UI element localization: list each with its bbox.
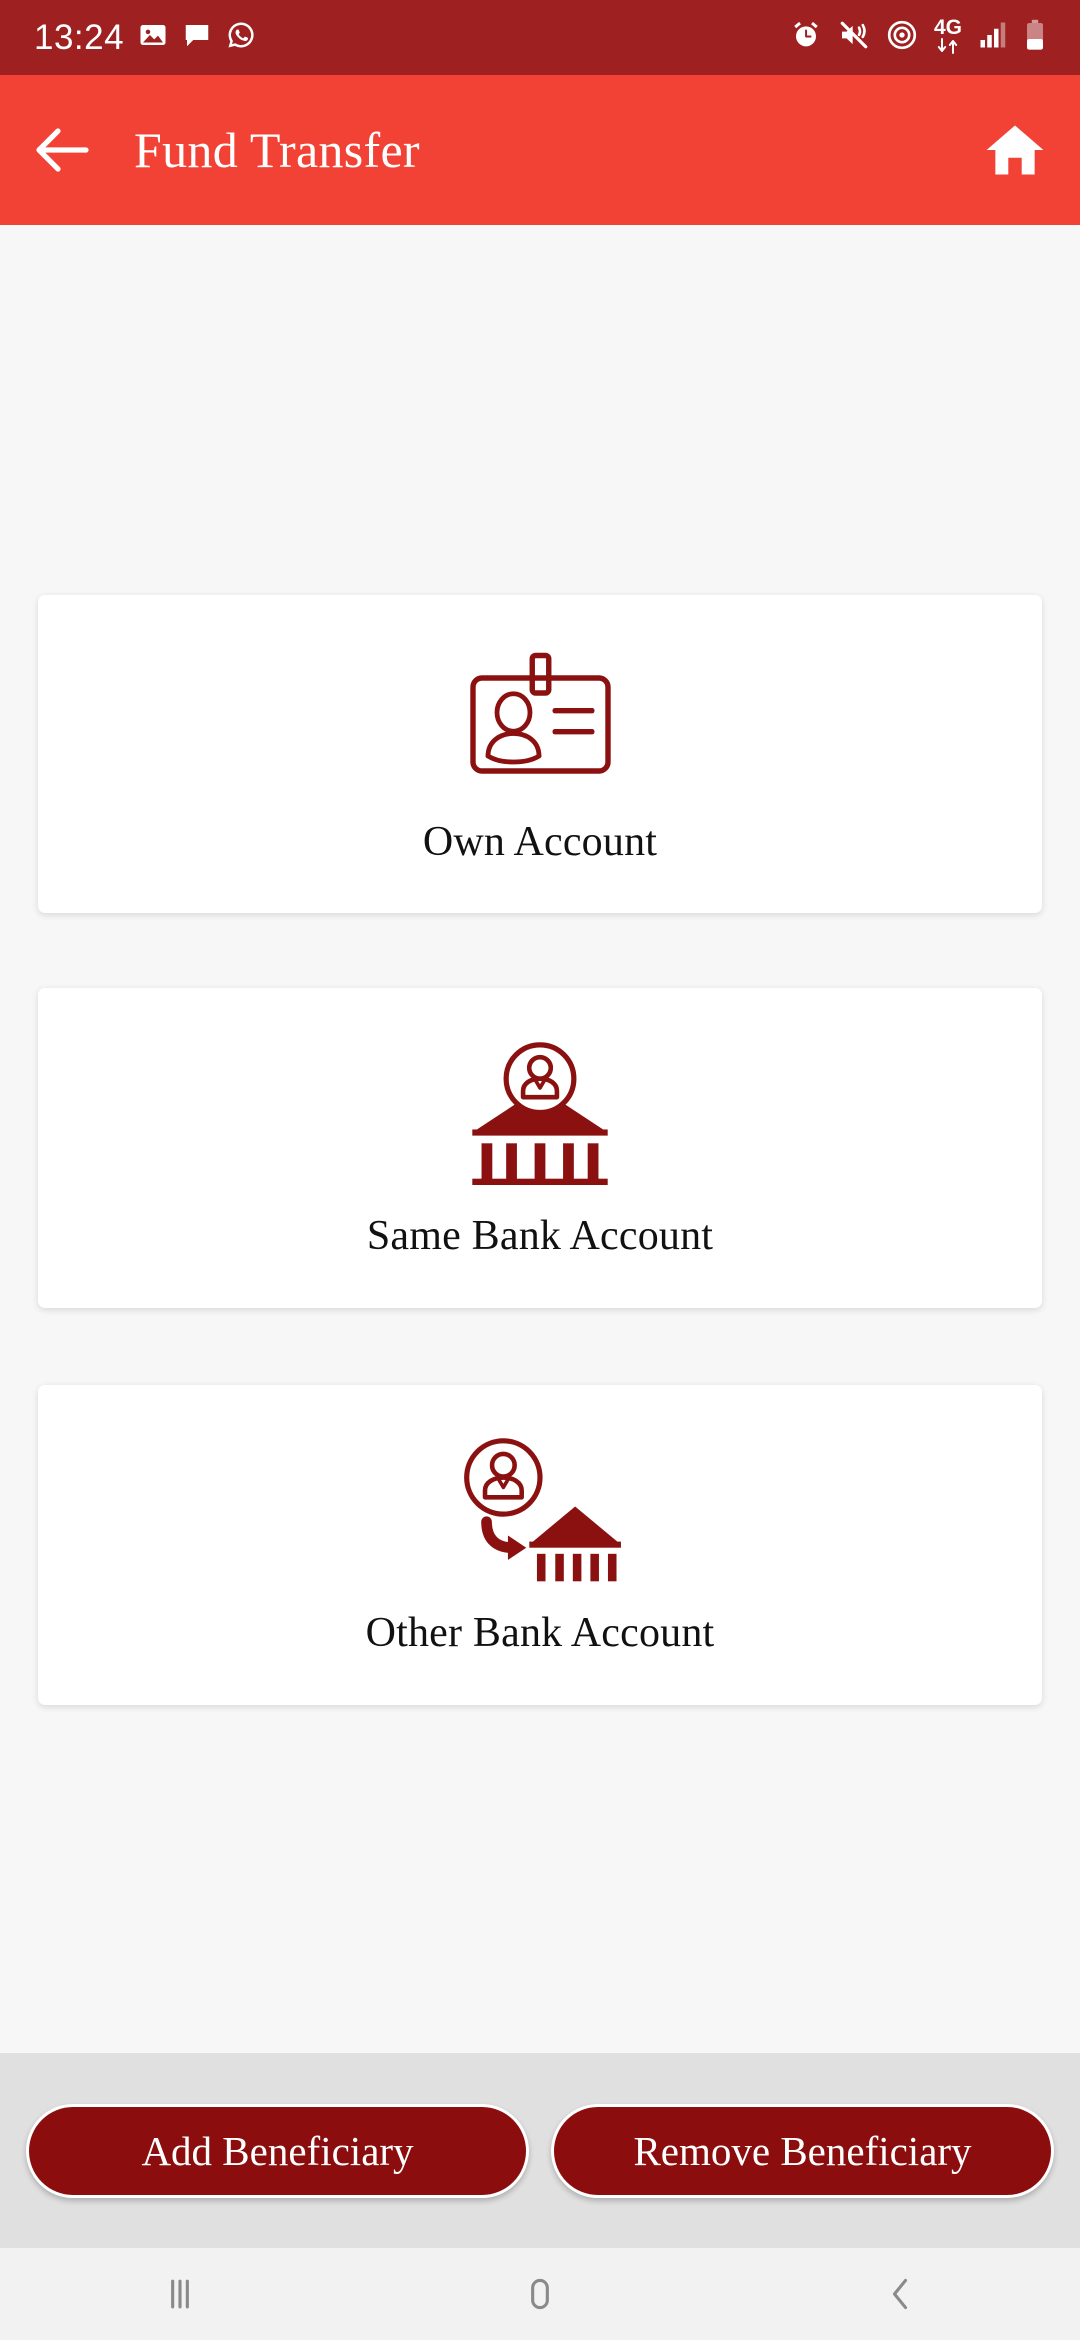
page-title: Fund Transfer	[134, 122, 420, 178]
remove-beneficiary-button[interactable]: Remove Beneficiary	[551, 2103, 1054, 2198]
network-status: 4G	[934, 17, 962, 59]
data-arrows-icon	[935, 37, 961, 59]
back-icon	[892, 2278, 908, 2310]
option-label: Own Account	[422, 819, 658, 865]
app-bar: Fund Transfer	[0, 75, 1080, 225]
transfer-options-list: Own Account Same Bank Account Other Bank…	[0, 225, 1080, 2053]
option-card-own-account[interactable]: Own Account	[38, 595, 1042, 913]
chat-bubble-icon	[182, 20, 212, 55]
option-card-same-bank-account[interactable]: Same Bank Account	[38, 988, 1042, 1308]
beneficiary-action-bar: Add Beneficiary Remove Beneficiary	[0, 2053, 1080, 2248]
add-beneficiary-button[interactable]: Add Beneficiary	[26, 2103, 529, 2198]
alarm-icon	[790, 19, 822, 56]
option-label: Same Bank Account	[366, 1213, 714, 1259]
mute-vibrate-icon	[838, 19, 870, 56]
nav-recents-button[interactable]	[105, 2248, 255, 2340]
hotspot-icon	[886, 19, 918, 56]
person-to-bank-transfer-icon	[456, 1433, 624, 1583]
nav-home-button[interactable]	[465, 2248, 615, 2340]
id-badge-icon	[458, 642, 623, 792]
arrow-left-icon	[36, 128, 89, 172]
option-label: Other Bank Account	[365, 1610, 715, 1656]
phone-screen: 13:24 4G Fund Transfer Own Account Same …	[0, 0, 1080, 2340]
battery-icon	[1024, 19, 1046, 56]
gallery-icon	[138, 20, 168, 55]
network-type-label: 4G	[933, 15, 962, 39]
bank-with-person-icon	[460, 1036, 620, 1186]
home-button[interactable]	[984, 121, 1046, 179]
system-navigation-bar	[0, 2248, 1080, 2340]
recents-icon	[171, 2279, 189, 2309]
home-icon	[986, 125, 1044, 175]
status-bar-right: 4G	[790, 17, 1046, 59]
home-icon	[531, 2278, 549, 2310]
status-bar-left: 13:24	[34, 18, 256, 58]
status-bar: 13:24 4G	[0, 0, 1080, 75]
back-button[interactable]	[34, 127, 90, 173]
signal-bars-icon	[978, 20, 1008, 55]
status-bar-clock: 13:24	[34, 17, 125, 57]
option-card-other-bank-account[interactable]: Other Bank Account	[38, 1385, 1042, 1705]
nav-back-button[interactable]	[825, 2248, 975, 2340]
whatsapp-icon	[226, 20, 256, 55]
